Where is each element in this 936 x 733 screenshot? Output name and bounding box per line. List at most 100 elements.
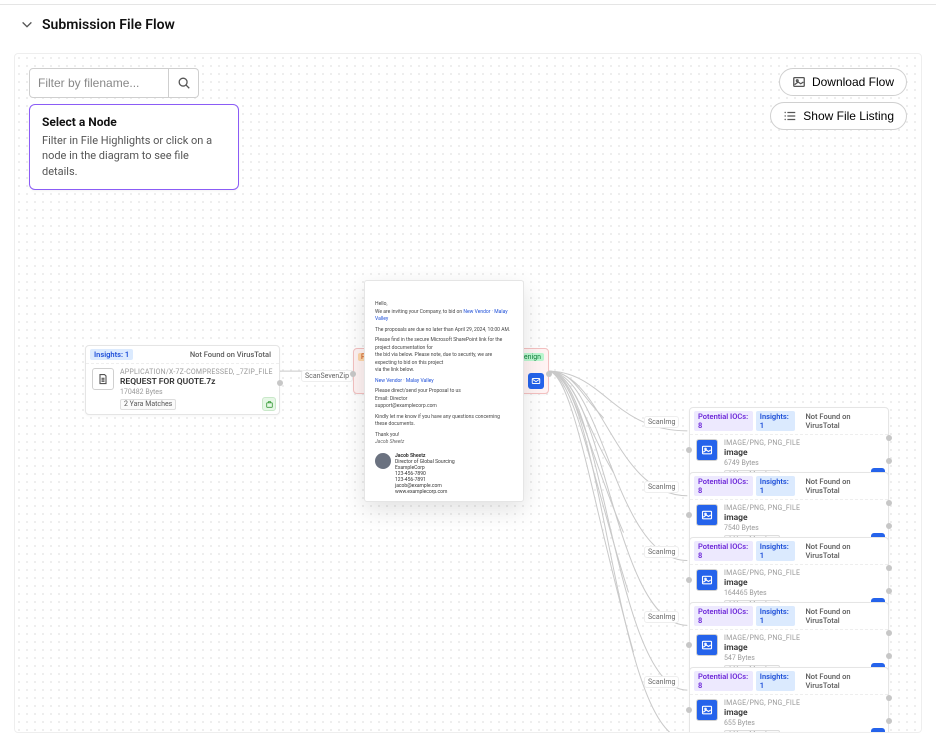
file-icon <box>92 368 114 390</box>
insights-badge: Insights: 1 <box>756 671 796 691</box>
iocs-badge: Potential IOCs: 8 <box>694 606 753 626</box>
info-card: Select a Node Filter in File Highlights … <box>29 104 239 190</box>
image-icon <box>696 569 718 591</box>
edge-label-scanimg: ScanImg <box>644 546 679 558</box>
preview-line: Kindly let me know if you have any quest… <box>375 414 513 429</box>
node-type: IMAGE/PNG, PNG_FILE <box>724 569 800 578</box>
show-file-listing-button[interactable]: Show File Listing <box>770 102 907 130</box>
vt-badge: Not Found on VirusTotal <box>801 671 884 691</box>
preview-signoff: Jacob Sheetz <box>375 439 513 447</box>
edge-label-scanimg: ScanImg <box>644 676 679 688</box>
avatar-icon <box>375 453 391 469</box>
image-download-icon <box>792 75 806 89</box>
filter-wrap <box>29 68 199 98</box>
node-port <box>886 653 892 659</box>
node-type: APPLICATION/X-7Z-COMPRESSED, _7ZIP_FILE <box>120 368 273 377</box>
node-port <box>886 435 892 441</box>
insights-badge: Insights: 1 <box>756 541 796 561</box>
node-name: image <box>724 513 800 524</box>
preview-line: Hello, <box>375 301 513 309</box>
vt-badge: Not Found on VirusTotal <box>801 411 884 431</box>
image-node[interactable]: Potential IOCs: 8 Insights: 1 Not Found … <box>689 667 889 733</box>
insights-badge: Insights: 1 <box>756 476 796 496</box>
chevron-down-icon <box>20 18 34 32</box>
image-icon <box>696 504 718 526</box>
node-type: IMAGE/PNG, PNG_FILE <box>724 634 800 643</box>
vt-badge: Not Found on VirusTotal <box>801 476 884 496</box>
image-icon <box>696 439 718 461</box>
section-title: Submission File Flow <box>42 17 175 33</box>
node-port <box>350 371 356 377</box>
preview-line: support@examplecorp.com <box>375 403 513 411</box>
preview-line: via the link below. <box>375 367 513 375</box>
preview-line: Thank you! <box>375 432 513 440</box>
node-size: 6749 Bytes <box>724 459 800 468</box>
preview-line: The proposals are due no later than Apri… <box>375 327 513 335</box>
node-port <box>546 371 552 377</box>
email-preview[interactable]: Hello, We are inviting your Company, to … <box>364 280 524 502</box>
image-corner-icon <box>871 728 885 733</box>
edge-label-scansevenzip: ScanSevenZip <box>301 370 353 382</box>
node-port <box>886 630 892 636</box>
node-size: 170482 Bytes <box>120 388 273 397</box>
search-button[interactable] <box>169 68 199 98</box>
download-flow-button[interactable]: Download Flow <box>779 68 907 96</box>
node-port <box>686 577 692 583</box>
node-port <box>277 380 283 386</box>
node-size: 164465 Bytes <box>724 589 800 598</box>
node-name: image <box>724 448 800 459</box>
show-file-listing-label: Show File Listing <box>803 109 894 123</box>
node-port <box>886 458 892 464</box>
filter-input[interactable] <box>29 68 169 98</box>
node-size: 7540 Bytes <box>724 524 800 533</box>
mail-corner-icon <box>528 373 544 389</box>
node-port <box>886 500 892 506</box>
preview-line: Email: Director <box>375 396 513 404</box>
node-port <box>686 512 692 518</box>
toolbar-right: Download Flow Show File Listing <box>770 68 907 130</box>
flow-canvas[interactable]: Download Flow Show File Listing Select a… <box>14 53 922 733</box>
node-name: REQUEST FOR QUOTE.7z <box>120 377 273 388</box>
iocs-badge: Potential IOCs: 8 <box>694 671 753 691</box>
iocs-badge: Potential IOCs: 8 <box>694 541 753 561</box>
node-port <box>886 565 892 571</box>
info-card-body: Filter in File Highlights or click on a … <box>42 133 226 179</box>
node-port <box>686 707 692 713</box>
insights-badge: Insights: 1 <box>756 606 796 626</box>
archive-corner-icon <box>262 397 276 411</box>
node-port <box>686 642 692 648</box>
edge-label-scanimg: ScanImg <box>644 416 679 428</box>
image-icon <box>696 634 718 656</box>
insights-badge: Insights: 1 <box>90 349 133 360</box>
edge-label-scanimg: ScanImg <box>644 481 679 493</box>
insights-badge: Insights: 1 <box>756 411 796 431</box>
vt-badge: Not Found on VirusTotal <box>801 541 884 561</box>
search-icon <box>177 76 191 90</box>
vt-badge: Not Found on VirusTotal <box>186 349 275 360</box>
preview-line: Please direct/send your Proposal to us <box>375 388 513 396</box>
image-icon <box>696 699 718 721</box>
node-type: IMAGE/PNG, PNG_FILE <box>724 439 800 448</box>
node-port <box>886 695 892 701</box>
node-port <box>886 523 892 529</box>
list-icon <box>783 109 797 123</box>
preview-signature: Jacob Sheetz Director of Global Sourcing… <box>375 453 513 495</box>
node-type: IMAGE/PNG, PNG_FILE <box>724 504 800 513</box>
info-card-title: Select a Node <box>42 115 226 129</box>
node-size: 655 Bytes <box>724 719 800 728</box>
node-port <box>886 718 892 724</box>
node-port <box>686 447 692 453</box>
node-name: image <box>724 708 800 719</box>
vt-badge: Not Found on VirusTotal <box>801 606 884 626</box>
node-yara: 2 Yara Matches <box>120 399 176 410</box>
root-node[interactable]: Insights: 1 Not Found on VirusTotal APPL… <box>85 345 280 415</box>
node-name: image <box>724 643 800 654</box>
preview-line: Please find in the secure Microsoft Shar… <box>375 337 513 352</box>
iocs-badge: Potential IOCs: 8 <box>694 411 753 431</box>
node-name: image <box>724 578 800 589</box>
sig-site: www.examplecorp.com <box>395 489 455 495</box>
preview-line: We are inviting your Company, to bid on … <box>375 309 513 324</box>
section-header[interactable]: Submission File Flow <box>0 5 936 45</box>
preview-line: the bid via below. Please note, due to s… <box>375 352 513 367</box>
node-port <box>886 588 892 594</box>
